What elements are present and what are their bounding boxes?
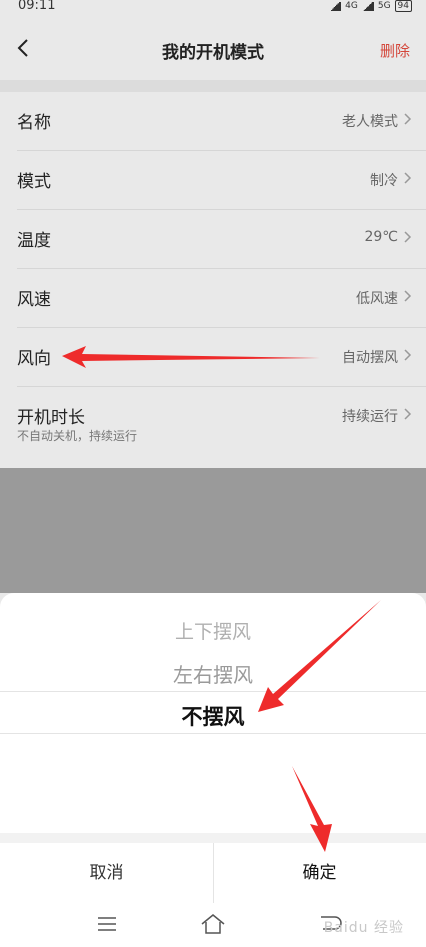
row-label: 模式 xyxy=(17,172,51,192)
row-label: 温度 xyxy=(17,231,51,251)
setting-row-fan-speed[interactable]: 风速 低风速 xyxy=(0,269,426,328)
home-button[interactable] xyxy=(199,911,227,937)
network-4g-label: 4G xyxy=(345,1,358,11)
row-label: 名称 xyxy=(17,113,51,133)
setting-row-temperature[interactable]: 温度 29℃ xyxy=(0,210,426,269)
row-value: 制冷 xyxy=(370,173,398,189)
signal-icon xyxy=(361,1,374,11)
sheet-divider xyxy=(0,833,426,843)
setting-row-name[interactable]: 名称 老人模式 xyxy=(0,92,426,151)
battery-icon: 94 xyxy=(394,0,412,12)
setting-row-wind-direction[interactable]: 风向 自动摆风 xyxy=(0,328,426,387)
row-label: 开机时长 xyxy=(17,408,85,428)
row-value: 自动摆风 xyxy=(342,350,398,366)
chevron-right-icon xyxy=(404,113,412,125)
row-subtitle: 不自动关机，持续运行 xyxy=(17,429,138,443)
row-label: 风向 xyxy=(17,349,51,369)
row-value: 29℃ xyxy=(364,229,398,245)
modal-backdrop[interactable] xyxy=(0,468,426,593)
chevron-right-icon xyxy=(404,231,412,243)
confirm-button[interactable]: 确定 xyxy=(213,843,426,903)
section-divider xyxy=(0,80,426,92)
status-time: 09:11 xyxy=(18,0,56,13)
status-icons: 4G 5G 94 xyxy=(329,0,412,12)
chevron-right-icon xyxy=(404,349,412,361)
nav-bar: 我的开机模式 删除 xyxy=(0,18,426,80)
cancel-button[interactable]: 取消 xyxy=(0,843,213,903)
signal-icon xyxy=(329,1,342,11)
picker-option[interactable]: 左右摆风 xyxy=(0,659,426,688)
setting-row-mode[interactable]: 模式 制冷 xyxy=(0,151,426,210)
chevron-right-icon xyxy=(404,408,412,420)
selection-line-top xyxy=(0,691,426,692)
picker-option[interactable]: 上下摆风 xyxy=(0,617,426,644)
setting-row-run-duration[interactable]: 开机时长 不自动关机，持续运行 持续运行 xyxy=(0,387,426,457)
chevron-right-icon xyxy=(404,290,412,302)
menu-button[interactable] xyxy=(93,911,121,937)
row-value: 持续运行 xyxy=(342,409,398,425)
home-icon xyxy=(201,914,225,934)
watermark: Baidu 经验 xyxy=(323,920,404,936)
picker-option-selected[interactable]: 不摆风 xyxy=(0,701,426,731)
row-label: 风速 xyxy=(17,290,51,310)
row-value: 低风速 xyxy=(356,291,398,307)
settings-list: 名称 老人模式 模式 制冷 温度 29℃ 风速 低风速 风向 自动摆风 开机时长… xyxy=(0,92,426,468)
wind-direction-picker-sheet: 上下摆风 左右摆风 不摆风 取消 确定 Baidu 经验 xyxy=(0,593,426,947)
menu-icon xyxy=(98,917,116,931)
row-value: 老人模式 xyxy=(342,114,398,130)
page-title: 我的开机模式 xyxy=(162,43,264,63)
delete-button[interactable]: 删除 xyxy=(380,40,410,61)
chevron-right-icon xyxy=(404,172,412,184)
selection-line-bottom xyxy=(0,733,426,734)
status-bar: 09:11 4G 5G 94 xyxy=(0,0,426,18)
button-separator xyxy=(213,843,214,903)
network-5g-label: 5G xyxy=(377,1,391,11)
